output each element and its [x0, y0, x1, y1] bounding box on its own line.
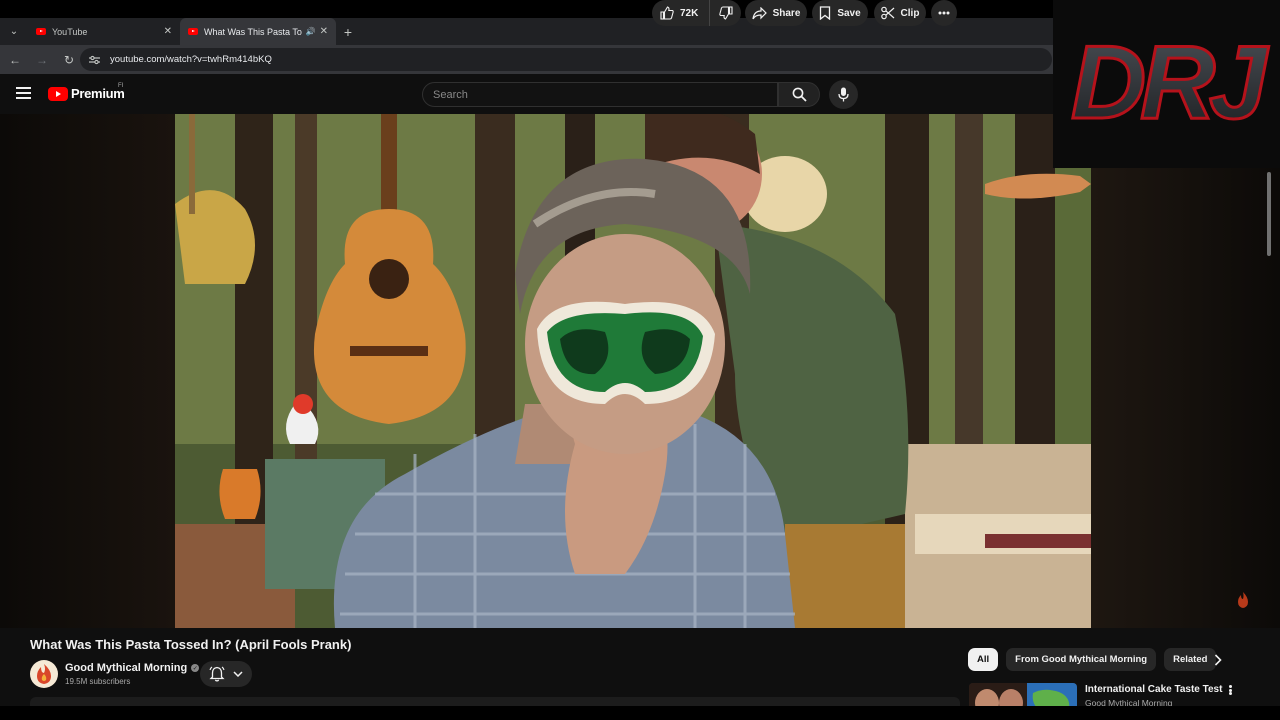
- youtube-favicon-icon: [188, 28, 198, 35]
- video-frame[interactable]: [175, 114, 1091, 628]
- subscriber-count: 19.5M subscribers: [65, 677, 131, 686]
- youtube-play-logo-icon: [48, 86, 68, 101]
- scissors-icon: [880, 6, 894, 20]
- forward-arrow-icon[interactable]: →: [30, 48, 54, 72]
- menu-icon[interactable]: [16, 87, 31, 99]
- site-info-icon[interactable]: [88, 54, 100, 66]
- chevron-down-icon: [233, 671, 243, 677]
- bookmark-icon: [820, 6, 831, 20]
- channel-name[interactable]: Good Mythical Morning ✓: [65, 662, 200, 674]
- save-label: Save: [837, 7, 861, 19]
- like-dislike-group: 72K: [652, 0, 741, 26]
- youtube-favicon-icon: [36, 28, 46, 35]
- channel-name-text: Good Mythical Morning: [65, 662, 188, 674]
- url-text: youtube.com/watch?v=twhRm414bKQ: [110, 54, 272, 65]
- audio-playing-icon[interactable]: 🔊: [306, 27, 316, 36]
- tab-search-chevron-icon[interactable]: ⌄: [0, 18, 28, 45]
- share-button[interactable]: Share: [745, 0, 807, 26]
- verified-check-icon: ✓: [191, 664, 200, 672]
- drj-logo-overlay: DRJ: [1053, 0, 1280, 168]
- related-filter-chips: All From Good Mythical Morning Related: [968, 648, 1217, 671]
- more-actions-button[interactable]: [931, 0, 957, 26]
- thumbs-down-icon: [718, 6, 733, 20]
- reload-icon[interactable]: ↻: [57, 48, 81, 72]
- tab-title: What Was This Pasta Tossed In? (April Fo…: [204, 26, 302, 37]
- more-horizontal-icon: [938, 11, 950, 15]
- recommended-more-icon[interactable]: [1225, 683, 1235, 697]
- back-arrow-icon[interactable]: ←: [3, 48, 27, 72]
- logo-word: Premium: [71, 86, 125, 101]
- browser-tab-video[interactable]: What Was This Pasta Tossed In? (April Fo…: [180, 18, 336, 45]
- notifications-button[interactable]: [200, 661, 252, 687]
- search-icon: [792, 87, 807, 102]
- video-title: What Was This Pasta Tossed In? (April Fo…: [30, 637, 352, 652]
- country-code: FI: [118, 83, 124, 89]
- share-label: Share: [772, 7, 801, 19]
- chevron-right-icon: [1214, 654, 1222, 666]
- youtube-premium-logo[interactable]: Premium FI: [48, 83, 125, 101]
- address-bar[interactable]: youtube.com/watch?v=twhRm414bKQ: [80, 48, 1052, 71]
- tab-title: YouTube: [52, 26, 88, 37]
- screen-bottom-edge: [0, 706, 1280, 720]
- new-tab-button[interactable]: +: [336, 18, 360, 45]
- search-button[interactable]: [778, 82, 820, 107]
- microphone-icon: [838, 87, 849, 102]
- chips-next-button[interactable]: [1208, 652, 1228, 668]
- chip-from-channel[interactable]: From Good Mythical Morning: [1006, 648, 1157, 671]
- drj-logo-text: DRJ: [1071, 25, 1269, 141]
- video-still-image: [175, 114, 1091, 628]
- thumbs-up-icon: [660, 6, 674, 20]
- chip-all[interactable]: All: [968, 648, 999, 671]
- like-button[interactable]: 72K: [652, 0, 710, 26]
- clip-button[interactable]: Clip: [874, 0, 926, 26]
- search-input[interactable]: [433, 88, 777, 101]
- clip-label: Clip: [900, 7, 920, 19]
- flame-logo-icon: [37, 664, 51, 684]
- dislike-button[interactable]: [710, 0, 741, 26]
- tab-close-icon[interactable]: ✕: [164, 26, 172, 37]
- channel-watermark-icon[interactable]: [1236, 592, 1250, 608]
- channel-avatar[interactable]: [30, 660, 58, 688]
- browser-tab-youtube[interactable]: YouTube ✕: [28, 18, 180, 45]
- ambient-glow-left: [0, 114, 175, 628]
- recommended-title: International Cake Taste Test: [1085, 684, 1223, 695]
- save-button[interactable]: Save: [812, 0, 868, 26]
- tab-close-icon[interactable]: ✕: [320, 26, 328, 37]
- ambient-glow-right: [1091, 114, 1280, 628]
- like-count: 72K: [680, 7, 699, 19]
- search-field[interactable]: [422, 82, 778, 107]
- page-scrollbar-thumb[interactable]: [1267, 172, 1271, 256]
- share-arrow-icon: [751, 6, 767, 19]
- voice-search-button[interactable]: [829, 80, 858, 109]
- video-player-area[interactable]: [0, 114, 1280, 628]
- bell-icon: [209, 666, 225, 682]
